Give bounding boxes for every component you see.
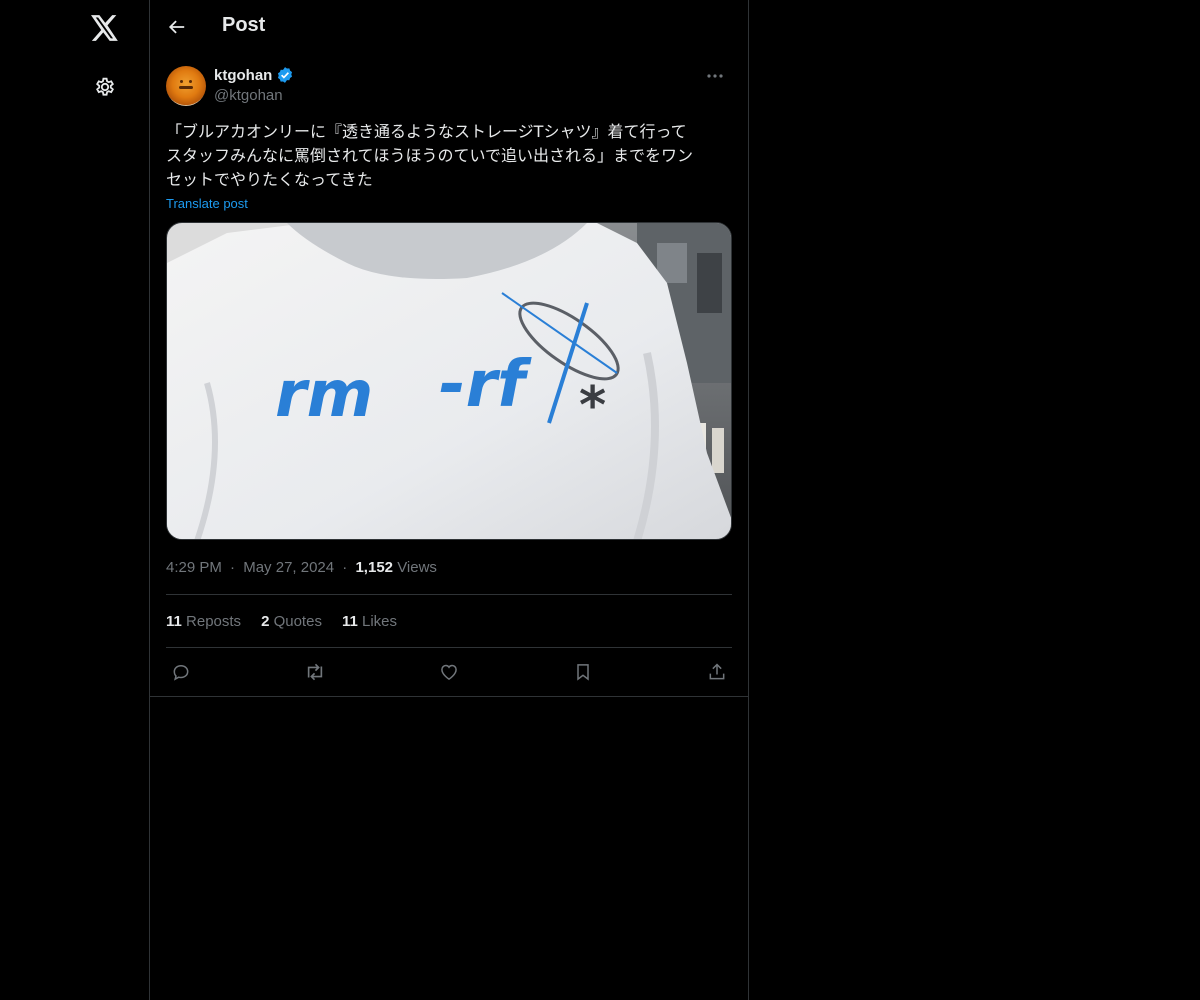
post-article: ktgohan @ktgohan 「ブルアカオンリーに『透き通るようなストレージ… [166,64,732,695]
avatar[interactable] [166,66,206,106]
translate-post-link[interactable]: Translate post [166,194,732,214]
back-button[interactable] [160,10,194,44]
post-bottom-border [150,696,748,697]
settings-button[interactable] [80,62,130,112]
heart-icon [441,664,457,680]
author-handle[interactable]: @ktgohan [214,86,294,106]
post-date[interactable]: May 27, 2024 [243,559,334,576]
share-button[interactable] [706,661,728,683]
action-bar [166,648,732,695]
quotes-stat[interactable]: 2 Quotes [261,613,322,630]
post-text: 「ブルアカオンリーに『透き通るようなストレージTシャツ』着て行って スタッフみん… [166,122,694,189]
more-options-button[interactable] [698,64,732,88]
tshirt-photo: rm -rf * [167,223,731,539]
post-meta: 4:29 PM · May 27, 2024 · 1,152 Views [166,558,732,578]
reposts-count: 11 [166,612,182,630]
author-display-name-row[interactable]: ktgohan [214,64,294,86]
quotes-label: Quotes [273,612,322,630]
likes-stat[interactable]: 11 Likes [342,613,397,630]
avatar-eye [180,80,183,83]
pedestrian [712,428,724,473]
quotes-count: 2 [261,612,270,630]
bookmark-button[interactable] [572,661,594,683]
likes-label: Likes [361,612,398,630]
page-title: Post [222,14,266,36]
x-logo-icon [91,15,118,41]
reply-icon [173,664,189,681]
shirt-print-rf: -rf [439,348,532,422]
shirt-print-rm: rm [275,358,373,432]
repost-icon [307,663,323,680]
like-button[interactable] [438,661,460,683]
avatar-eye [189,80,192,83]
author-names: ktgohan @ktgohan [214,64,294,106]
building-window [697,253,722,313]
repost-button[interactable] [304,661,326,683]
author-display-name[interactable]: ktgohan [214,67,272,84]
bookmark-icon [577,663,589,681]
left-navigation [0,0,150,1000]
views-label: Views [397,559,437,576]
avatar-mouth [179,86,193,89]
reposts-label: Reposts [186,612,242,630]
gear-icon [96,77,114,96]
author-row: ktgohan @ktgohan [166,64,732,108]
reply-button[interactable] [170,661,192,683]
back-arrow-icon [168,20,185,34]
reposts-stat[interactable]: 11 Reposts [166,613,241,630]
likes-count: 11 [341,612,358,630]
more-dots-icon [707,74,723,78]
engagement-stats: 11 Reposts 2 Quotes 11 Likes [166,595,732,647]
meta-separator: · [230,559,236,576]
post-time[interactable]: 4:29 PM [166,559,222,576]
shirt-print-star: * [579,376,606,436]
x-logo-button[interactable] [80,3,130,53]
views-count: 1,152 [355,559,394,576]
post-header: Post [150,0,748,53]
verified-badge-icon [278,67,293,83]
main-column: Post ktgohan @ktgohan 「ブルアカオンリーに『透き通るような… [149,0,749,1000]
post-image[interactable]: rm -rf * [166,222,732,540]
share-icon [709,662,725,679]
meta-separator: · [342,559,348,576]
